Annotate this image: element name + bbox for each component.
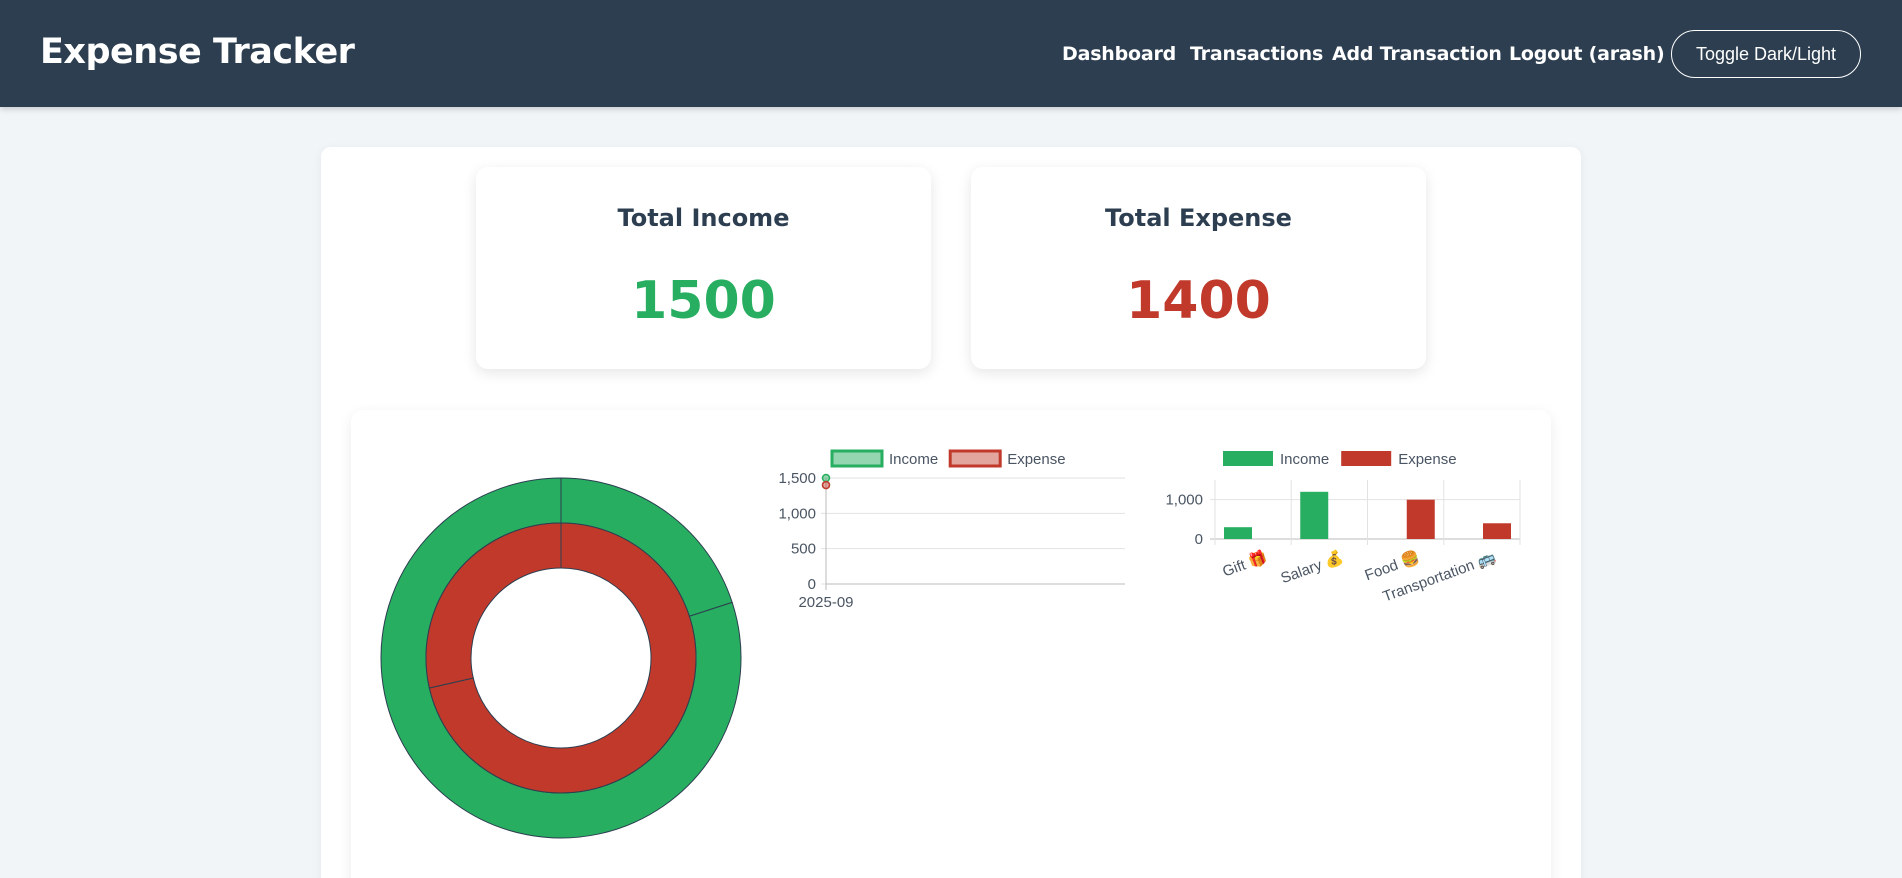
bar-expense-2 — [1406, 499, 1435, 539]
legend-swatch-expense — [948, 449, 1002, 468]
bar-income-0 — [1224, 527, 1252, 539]
line-point-expense — [821, 480, 831, 490]
total-income-card: Total Income 1500 — [476, 167, 931, 369]
line-y-tick-label: 1,500 — [778, 470, 816, 487]
line-y-tick-label: 1,000 — [778, 505, 816, 522]
total-expense-title: Total Expense — [1105, 204, 1292, 232]
toggle-theme-button[interactable]: Toggle Dark/Light — [1671, 30, 1861, 78]
legend-label-expense: Expense — [1398, 451, 1456, 468]
app-title: Expense Tracker — [40, 32, 355, 72]
doughnut-chart — [380, 477, 742, 839]
total-income-value: 1500 — [631, 271, 776, 331]
legend-label-income: Income — [1280, 451, 1329, 468]
nav-link-logout[interactable]: Logout (arash) — [1509, 43, 1665, 65]
line-y-tick-label: 500 — [791, 541, 816, 558]
total-income-title: Total Income — [617, 204, 790, 232]
legend-swatch-expense — [1341, 451, 1392, 466]
bar-income-1 — [1300, 491, 1329, 539]
legend-swatch-income — [1223, 451, 1273, 466]
bar-y-tick-label: 0 — [1195, 531, 1203, 548]
navbar: Expense Tracker Dashboard Transactions A… — [0, 0, 1902, 107]
nav-link-transactions[interactable]: Transactions — [1190, 43, 1323, 65]
legend-label-expense: Expense — [1007, 451, 1065, 468]
line-y-tick-label: 0 — [808, 576, 816, 593]
bar-y-tick-label: 1,000 — [1165, 492, 1203, 509]
total-expense-card: Total Expense 1400 — [971, 167, 1426, 369]
line-point-income — [821, 473, 831, 483]
legend-label-income: Income — [889, 451, 938, 468]
bar-x-tick-label: Salary 💰 — [1278, 548, 1346, 587]
line-x-tick-label: 2025-09 — [798, 594, 853, 611]
bar-chart: Income Expense01,000Gift 🎁 Salary 💰 Food 🍔T… — [1165, 451, 1521, 605]
nav-link-dashboard[interactable]: Dashboard — [1062, 43, 1176, 65]
legend-swatch-income — [830, 449, 884, 468]
line-chart: Income Expense 0 500 1,000 1,500 2025-09 — [778, 449, 1125, 611]
total-expense-value: 1400 — [1126, 271, 1271, 331]
nav-link-add-transaction[interactable]: Add Transaction — [1332, 43, 1502, 65]
bar-expense-3 — [1483, 523, 1511, 539]
bar-x-tick-label: Gift 🎁 — [1220, 548, 1270, 581]
